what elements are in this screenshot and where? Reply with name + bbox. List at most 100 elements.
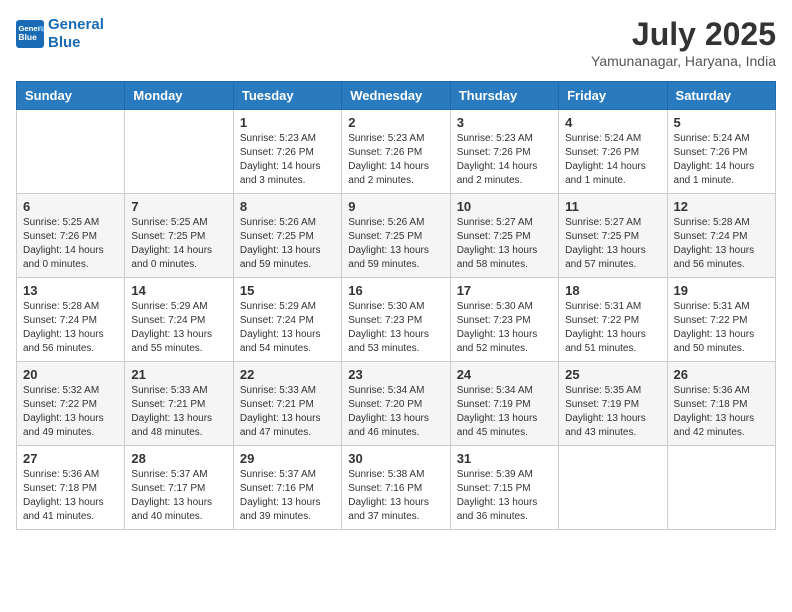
weekday-header-cell: Thursday (450, 82, 558, 110)
cell-details: Sunrise: 5:23 AM Sunset: 7:26 PM Dayligh… (348, 132, 443, 188)
day-number: 23 (348, 367, 443, 382)
cell-details: Sunrise: 5:24 AM Sunset: 7:26 PM Dayligh… (674, 132, 769, 188)
cell-details: Sunrise: 5:36 AM Sunset: 7:18 PM Dayligh… (674, 384, 769, 440)
calendar-cell: 20Sunrise: 5:32 AM Sunset: 7:22 PM Dayli… (17, 362, 125, 446)
calendar-cell: 9 Sunrise: 5:26 AM Sunset: 7:25 PM Daylig… (342, 194, 450, 278)
calendar-week-row: 1Sunrise: 5:23 AM Sunset: 7:26 PM Daylig… (17, 110, 776, 194)
day-number: 19 (674, 283, 769, 298)
cell-details: Sunrise: 5:30 AM Sunset: 7:23 PM Dayligh… (457, 300, 552, 356)
cell-details: Sunrise: 5:37 AM Sunset: 7:17 PM Dayligh… (131, 468, 226, 524)
cell-details: Sunrise: 5:39 AM Sunset: 7:15 PM Dayligh… (457, 468, 552, 524)
cell-details: Sunrise: 5:26 AM Sunset: 7:25 PM Dayligh… (240, 216, 335, 272)
calendar-cell: 5 Sunrise: 5:24 AM Sunset: 7:26 PM Daylig… (667, 110, 775, 194)
day-number: 3 (457, 115, 552, 130)
calendar-cell: 24Sunrise: 5:34 AM Sunset: 7:19 PM Dayli… (450, 362, 558, 446)
calendar-cell: 29Sunrise: 5:37 AM Sunset: 7:16 PM Dayli… (233, 446, 341, 530)
cell-details: Sunrise: 5:27 AM Sunset: 7:25 PM Dayligh… (457, 216, 552, 272)
calendar-week-row: 6 Sunrise: 5:25 AM Sunset: 7:26 PM Daylig… (17, 194, 776, 278)
day-number: 15 (240, 283, 335, 298)
day-number: 6 (23, 199, 118, 214)
logo-line1: General (48, 16, 104, 33)
calendar-body: 1Sunrise: 5:23 AM Sunset: 7:26 PM Daylig… (17, 110, 776, 530)
cell-details: Sunrise: 5:23 AM Sunset: 7:26 PM Dayligh… (457, 132, 552, 188)
day-number: 18 (565, 283, 660, 298)
day-number: 31 (457, 451, 552, 466)
calendar-cell: 31 Sunrise: 5:39 AM Sunset: 7:15 PM Dayli… (450, 446, 558, 530)
calendar-cell (667, 446, 775, 530)
calendar-cell: 2 Sunrise: 5:23 AM Sunset: 7:26 PM Daylig… (342, 110, 450, 194)
weekday-header-cell: Monday (125, 82, 233, 110)
weekday-header-cell: Tuesday (233, 82, 341, 110)
cell-details: Sunrise: 5:31 AM Sunset: 7:22 PM Dayligh… (565, 300, 660, 356)
day-number: 17 (457, 283, 552, 298)
calendar-cell: 13Sunrise: 5:28 AM Sunset: 7:24 PM Dayli… (17, 278, 125, 362)
weekday-header-cell: Wednesday (342, 82, 450, 110)
calendar-cell (125, 110, 233, 194)
calendar-cell: 15Sunrise: 5:29 AM Sunset: 7:24 PM Dayli… (233, 278, 341, 362)
calendar-cell: 3 Sunrise: 5:23 AM Sunset: 7:26 PM Daylig… (450, 110, 558, 194)
weekday-header-row: SundayMondayTuesdayWednesdayThursdayFrid… (17, 82, 776, 110)
logo-text: General Blue (48, 16, 104, 52)
calendar-cell: 28Sunrise: 5:37 AM Sunset: 7:17 PM Dayli… (125, 446, 233, 530)
logo-icon: General Blue (16, 20, 44, 48)
title-block: July 2025 Yamunanagar, Haryana, India (591, 16, 776, 69)
cell-details: Sunrise: 5:26 AM Sunset: 7:25 PM Dayligh… (348, 216, 443, 272)
weekday-header-cell: Friday (559, 82, 667, 110)
calendar-cell (559, 446, 667, 530)
calendar-cell: 23Sunrise: 5:34 AM Sunset: 7:20 PM Dayli… (342, 362, 450, 446)
cell-details: Sunrise: 5:23 AM Sunset: 7:26 PM Dayligh… (240, 132, 335, 188)
logo-line2: Blue (48, 34, 81, 51)
calendar-cell: 4 Sunrise: 5:24 AM Sunset: 7:26 PM Daylig… (559, 110, 667, 194)
cell-details: Sunrise: 5:33 AM Sunset: 7:21 PM Dayligh… (240, 384, 335, 440)
cell-details: Sunrise: 5:36 AM Sunset: 7:18 PM Dayligh… (23, 468, 118, 524)
day-number: 26 (674, 367, 769, 382)
calendar-cell: 1Sunrise: 5:23 AM Sunset: 7:26 PM Daylig… (233, 110, 341, 194)
calendar-cell: 8 Sunrise: 5:26 AM Sunset: 7:25 PM Daylig… (233, 194, 341, 278)
weekday-header-cell: Saturday (667, 82, 775, 110)
cell-details: Sunrise: 5:25 AM Sunset: 7:25 PM Dayligh… (131, 216, 226, 272)
cell-details: Sunrise: 5:28 AM Sunset: 7:24 PM Dayligh… (674, 216, 769, 272)
calendar-cell: 30Sunrise: 5:38 AM Sunset: 7:16 PM Dayli… (342, 446, 450, 530)
calendar-cell: 10 Sunrise: 5:27 AM Sunset: 7:25 PM Dayli… (450, 194, 558, 278)
day-number: 9 (348, 199, 443, 214)
day-number: 4 (565, 115, 660, 130)
day-number: 5 (674, 115, 769, 130)
day-number: 25 (565, 367, 660, 382)
cell-details: Sunrise: 5:29 AM Sunset: 7:24 PM Dayligh… (131, 300, 226, 356)
calendar-cell: 25 Sunrise: 5:35 AM Sunset: 7:19 PM Dayli… (559, 362, 667, 446)
day-number: 10 (457, 199, 552, 214)
cell-details: Sunrise: 5:25 AM Sunset: 7:26 PM Dayligh… (23, 216, 118, 272)
cell-details: Sunrise: 5:37 AM Sunset: 7:16 PM Dayligh… (240, 468, 335, 524)
svg-text:Blue: Blue (18, 32, 37, 42)
cell-details: Sunrise: 5:28 AM Sunset: 7:24 PM Dayligh… (23, 300, 118, 356)
month-year-title: July 2025 (591, 16, 776, 53)
calendar-cell: 16 Sunrise: 5:30 AM Sunset: 7:23 PM Dayli… (342, 278, 450, 362)
calendar-cell (17, 110, 125, 194)
cell-details: Sunrise: 5:32 AM Sunset: 7:22 PM Dayligh… (23, 384, 118, 440)
calendar-cell: 14 Sunrise: 5:29 AM Sunset: 7:24 PM Dayli… (125, 278, 233, 362)
calendar-cell: 22 Sunrise: 5:33 AM Sunset: 7:21 PM Dayli… (233, 362, 341, 446)
calendar-cell: 17 Sunrise: 5:30 AM Sunset: 7:23 PM Dayli… (450, 278, 558, 362)
cell-details: Sunrise: 5:34 AM Sunset: 7:19 PM Dayligh… (457, 384, 552, 440)
day-number: 22 (240, 367, 335, 382)
day-number: 16 (348, 283, 443, 298)
location-subtitle: Yamunanagar, Haryana, India (591, 53, 776, 69)
day-number: 7 (131, 199, 226, 214)
day-number: 2 (348, 115, 443, 130)
day-number: 11 (565, 199, 660, 214)
cell-details: Sunrise: 5:30 AM Sunset: 7:23 PM Dayligh… (348, 300, 443, 356)
day-number: 8 (240, 199, 335, 214)
page-header: General Blue General Blue July 2025 Yamu… (16, 16, 776, 69)
cell-details: Sunrise: 5:24 AM Sunset: 7:26 PM Dayligh… (565, 132, 660, 188)
calendar-cell: 21Sunrise: 5:33 AM Sunset: 7:21 PM Dayli… (125, 362, 233, 446)
cell-details: Sunrise: 5:35 AM Sunset: 7:19 PM Dayligh… (565, 384, 660, 440)
calendar-cell: 12Sunrise: 5:28 AM Sunset: 7:24 PM Dayli… (667, 194, 775, 278)
cell-details: Sunrise: 5:38 AM Sunset: 7:16 PM Dayligh… (348, 468, 443, 524)
calendar-cell: 6 Sunrise: 5:25 AM Sunset: 7:26 PM Daylig… (17, 194, 125, 278)
calendar-cell: 18 Sunrise: 5:31 AM Sunset: 7:22 PM Dayli… (559, 278, 667, 362)
calendar-table: SundayMondayTuesdayWednesdayThursdayFrid… (16, 81, 776, 530)
day-number: 14 (131, 283, 226, 298)
calendar-cell: 26 Sunrise: 5:36 AM Sunset: 7:18 PM Dayli… (667, 362, 775, 446)
day-number: 27 (23, 451, 118, 466)
calendar-cell: 11Sunrise: 5:27 AM Sunset: 7:25 PM Dayli… (559, 194, 667, 278)
